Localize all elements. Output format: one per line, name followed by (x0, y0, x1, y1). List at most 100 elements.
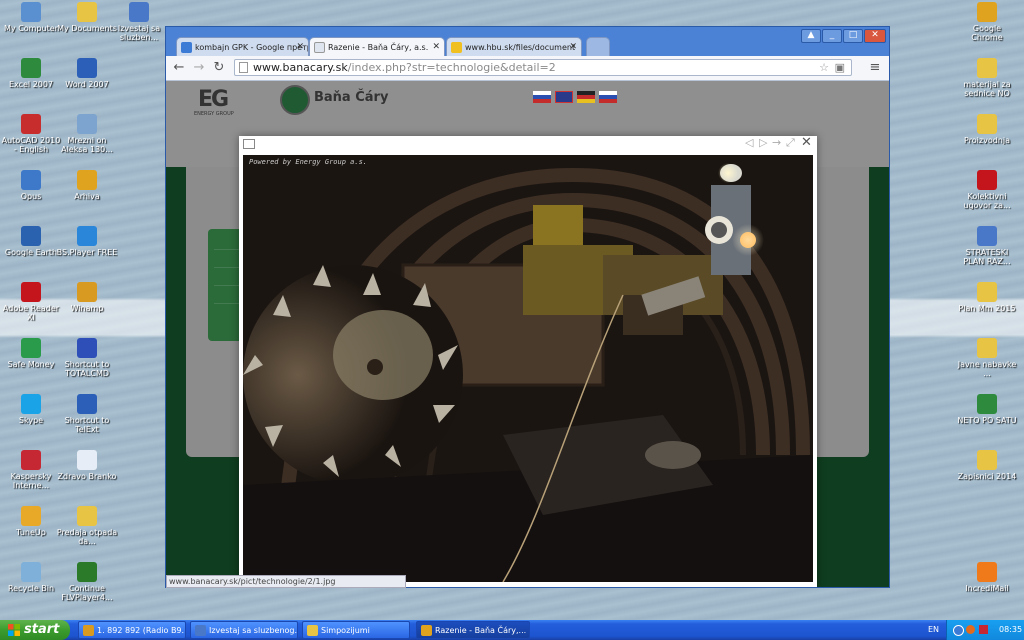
incredimail-tray-icon[interactable] (966, 625, 975, 634)
desktop-icon-adobe-reader[interactable]: Adobe Reader XI (0, 282, 62, 322)
close-window-icon[interactable]: ✕ (864, 29, 886, 43)
back-icon[interactable]: ← (170, 59, 188, 77)
kaspersky-tray-icon[interactable] (979, 625, 988, 634)
desktop-icon-chrome[interactable]: Arhiva (56, 170, 118, 201)
maximize-icon[interactable]: □ (843, 29, 863, 43)
desktop-icon-word[interactable]: Word 2007 (56, 58, 118, 89)
desktop-icon-excel[interactable]: Excel 2007 (0, 58, 62, 89)
desktop-icon-label: Proizvodnja (963, 136, 1010, 145)
tab-strip: kombajn GPK - Google претр ✕ Razenie - B… (166, 27, 889, 57)
desktop-icon-tuneup[interactable]: TuneUp (0, 506, 62, 537)
desktop-icon-label: Winamp (70, 304, 104, 313)
menu-icon[interactable]: ≡ (866, 59, 884, 77)
desktop-icon-folder[interactable]: Javne nabavke ... (956, 338, 1018, 378)
page-icon (239, 62, 248, 73)
desktop-icon-folder[interactable]: Proizvodnja (956, 114, 1018, 145)
tab-hbu[interactable]: www.hbu.sk/files/document ✕ (446, 37, 582, 57)
desktop-icon-excel-doc[interactable]: NETO PO SATU (956, 394, 1018, 425)
desktop-icon-label: Skype (18, 416, 44, 425)
new-tab-button[interactable] (586, 37, 610, 57)
desktop-icon-folder[interactable]: Plan Mm 2015 (956, 282, 1018, 313)
photo-illustration (243, 155, 813, 582)
next-icon[interactable]: ▷ (759, 136, 767, 149)
desktop-icon-recycle-bin[interactable]: Recycle Bin (0, 562, 62, 593)
desktop-icon-winamp[interactable]: Winamp (56, 282, 118, 313)
flvplayer-icon (77, 562, 97, 582)
page-viewport: EG ENERGY GROUP Baňa Čáry ◁ ▷ → ⤢ ✕ Powe… (166, 81, 889, 587)
folder-icon (77, 506, 97, 526)
star-icon[interactable]: ☆ (819, 60, 829, 75)
desktop-icon-phone[interactable]: Shortcut to TelExt (56, 394, 118, 434)
image-lightbox: ◁ ▷ → ⤢ ✕ Powered by Energy Group a.s. (239, 135, 817, 587)
close-icon[interactable]: ✕ (801, 135, 812, 150)
forward-icon[interactable]: → (190, 59, 208, 77)
bana-cary-logo[interactable] (280, 85, 310, 115)
taskbar-button-radio[interactable]: 1. 892 892 (Radio B9... (78, 621, 186, 639)
tab-google-search[interactable]: kombajn GPK - Google претр ✕ (176, 37, 309, 57)
desktop-icon-folder[interactable]: Zapisnici 2014 (956, 450, 1018, 481)
desktop-icon-chrome[interactable]: Google Chrome (956, 2, 1018, 42)
browser-toolbar: ← → ↻ www.banacary.sk/index.php?str=tech… (166, 56, 889, 81)
minimize-icon[interactable]: _ (822, 29, 842, 43)
start-label: start (24, 622, 60, 637)
floppy-icon (77, 338, 97, 358)
forward-icon[interactable]: → (772, 136, 781, 149)
tunneling-machine-photo[interactable]: Powered by Energy Group a.s. (243, 155, 813, 582)
desktop-icon-skype[interactable]: Skype (0, 394, 62, 425)
taskbar-button-simpozijumi[interactable]: Simpozijumi (302, 621, 410, 639)
desktop-icon-label: Shortcut to TOTALCMD (64, 360, 110, 378)
expand-icon[interactable]: ⤢ (786, 136, 795, 150)
desktop-icon-autocad[interactable]: AutoCAD 2010 - English (0, 114, 62, 154)
desktop-icon-computer[interactable]: My Computer (0, 2, 62, 33)
taskbar-button-label: Izvestaj sa sluzbenog... (209, 626, 298, 635)
taskbar-button-chrome[interactable]: Razenie - Baňa Čáry,... (416, 621, 530, 639)
recycle-bin-icon (21, 562, 41, 582)
desktop-icon-opus[interactable]: Opus (0, 170, 62, 201)
desktop-icon-kaspersky[interactable]: Kaspersky Interne... (0, 450, 62, 490)
desktop-icon-network[interactable]: Mrezni on Aleksa 130... (56, 114, 118, 154)
chrome-icon (977, 2, 997, 22)
energy-group-logo[interactable]: EG (198, 87, 229, 112)
desktop-icon-word-doc[interactable]: STRATESKI PLAN RAZ... (956, 226, 1018, 266)
desktop-icon-incredimail[interactable]: IncrediMail (956, 562, 1018, 593)
network-icon[interactable] (953, 625, 964, 636)
desktop-icon-bsplayer[interactable]: BS.Player FREE (56, 226, 118, 257)
word-icon (77, 58, 97, 78)
extension-icon[interactable]: ▣ (835, 60, 845, 75)
flag-de-icon[interactable] (577, 91, 595, 103)
tab-razenie[interactable]: Razenie - Baňa Čáry, a.s. ✕ (309, 37, 445, 57)
flag-uk-icon[interactable] (555, 91, 573, 103)
google-earth-icon (21, 226, 41, 246)
desktop-icon-label: Google Chrome (971, 24, 1003, 42)
address-bar[interactable]: www.banacary.sk/index.php?str=technologi… (234, 59, 852, 76)
start-button[interactable]: start (0, 620, 70, 640)
desktop-icon-floppy[interactable]: Shortcut to TOTALCMD (56, 338, 118, 378)
language-indicator[interactable]: EN (928, 620, 939, 640)
prev-icon[interactable]: ◁ (745, 136, 753, 149)
flag-sk-icon[interactable] (533, 91, 551, 103)
close-icon[interactable]: ✕ (432, 38, 440, 57)
desktop-icon-safe-money[interactable]: Safe Money (0, 338, 62, 369)
close-icon[interactable]: ✕ (296, 38, 304, 57)
desktop-icon-word-doc[interactable]: Izvestaj sa sluzben... (108, 2, 170, 42)
desktop-icon-label: Word 2007 (65, 80, 109, 89)
desktop-icon-label: Kaspersky Interne... (10, 472, 52, 490)
desktop-icon-label: Google Earth (4, 248, 58, 257)
desktop-icon-folder[interactable]: materijal za sednice NO (956, 58, 1018, 98)
url-path: /index.php?str=technologie&detail=2 (347, 61, 556, 74)
reload-icon[interactable]: ↻ (210, 59, 228, 77)
flag-ru-icon[interactable] (599, 91, 617, 103)
word-doc-icon (129, 2, 149, 22)
desktop-icon-pdf[interactable]: Kolektivni ugovor za... (956, 170, 1018, 210)
tuneup-icon (21, 506, 41, 526)
desktop-icon-text-doc[interactable]: Zdravo Branko (56, 450, 118, 481)
desktop-icon-label: AutoCAD 2010 - English (1, 136, 61, 154)
window-icon[interactable] (243, 139, 255, 149)
folder-icon (307, 625, 318, 636)
desktop-icon-google-earth[interactable]: Google Earth (0, 226, 62, 257)
desktop-icon-folder[interactable]: Predaja otpada da... (56, 506, 118, 546)
close-icon[interactable]: ✕ (569, 38, 577, 57)
taskbar-button-izvestaj[interactable]: Izvestaj sa sluzbenog... (190, 621, 298, 639)
desktop-icon-flvplayer[interactable]: Continue FLVPlayer4... (56, 562, 118, 602)
user-icon[interactable]: ▲ (801, 29, 821, 43)
